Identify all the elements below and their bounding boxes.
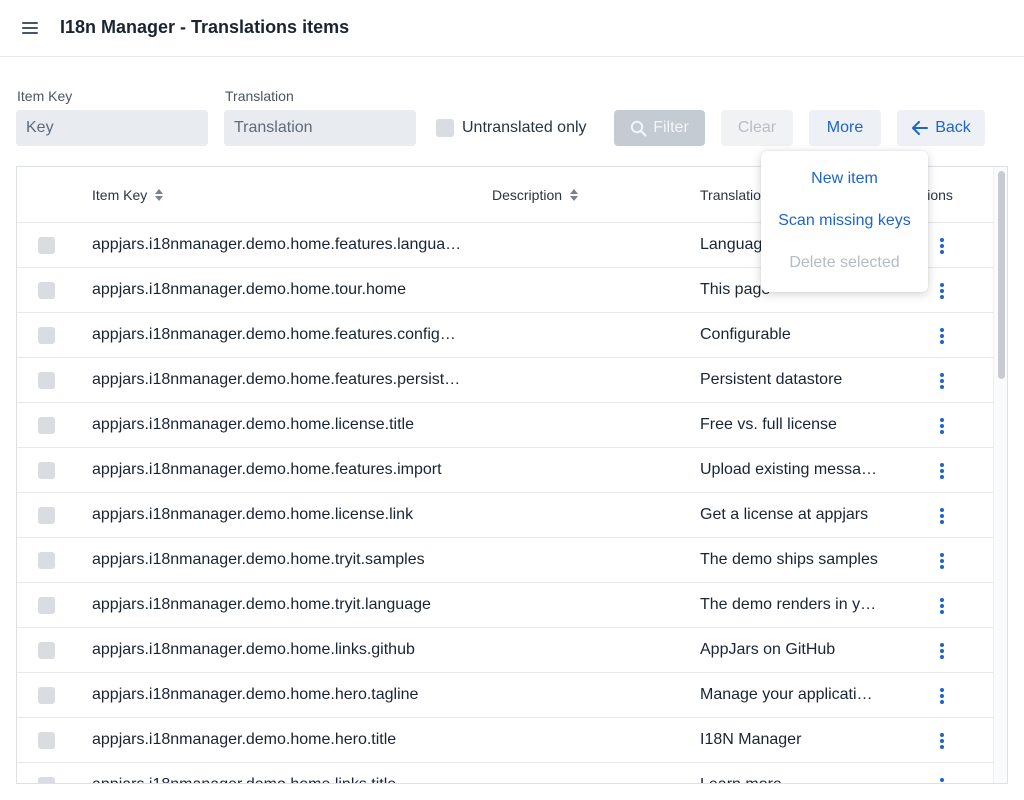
- more-vertical-icon[interactable]: [933, 325, 951, 347]
- more-button-label: More: [826, 119, 864, 136]
- item-key-label: Item Key: [17, 88, 73, 104]
- table-row[interactable]: appjars.i18nmanager.demo.home.links.titl…: [17, 763, 993, 783]
- row-checkbox[interactable]: [38, 282, 55, 299]
- column-header-label: Item Key: [92, 187, 148, 203]
- row-item-key: appjars.i18nmanager.demo.home.tryit.samp…: [92, 551, 425, 568]
- row-checkbox[interactable]: [38, 687, 55, 704]
- sort-icon[interactable]: [155, 189, 164, 201]
- row-translation: Upload existing messages: [700, 461, 880, 478]
- column-header-item-key[interactable]: Item Key: [92, 187, 164, 203]
- table-row[interactable]: appjars.i18nmanager.demo.home.tryit.samp…: [17, 538, 993, 583]
- translation-input[interactable]: [224, 110, 416, 146]
- row-translation: AppJars on GitHub: [700, 641, 836, 658]
- row-item-key: appjars.i18nmanager.demo.home.links.titl…: [92, 776, 464, 783]
- table-row[interactable]: appjars.i18nmanager.demo.home.links.gith…: [17, 628, 993, 673]
- back-button-label: Back: [935, 119, 971, 136]
- row-item-key: appjars.i18nmanager.demo.home.tryit.lang…: [92, 596, 431, 613]
- row-item-key: appjars.i18nmanager.demo.home.license.li…: [92, 506, 414, 523]
- more-vertical-icon[interactable]: [933, 460, 951, 482]
- menu-item-new-item[interactable]: New item: [761, 170, 928, 188]
- untranslated-only-box[interactable]: [436, 119, 454, 137]
- table-row[interactable]: appjars.i18nmanager.demo.home.hero.title…: [17, 718, 993, 763]
- filter-button-label: Filter: [653, 119, 689, 136]
- more-button[interactable]: More: [809, 110, 881, 146]
- table-row[interactable]: appjars.i18nmanager.demo.home.license.li…: [17, 493, 993, 538]
- row-translation: Free vs. full license: [700, 416, 837, 433]
- row-translation: Manage your application translations: [700, 686, 880, 703]
- search-icon: [631, 120, 647, 137]
- more-vertical-icon[interactable]: [933, 730, 951, 752]
- menu-item-scan-missing-keys[interactable]: Scan missing keys: [761, 212, 928, 230]
- more-vertical-icon[interactable]: [933, 775, 951, 783]
- row-checkbox[interactable]: [38, 642, 55, 659]
- row-checkbox[interactable]: [38, 597, 55, 614]
- row-translation: Get a license at appjars: [700, 506, 869, 523]
- row-translation: Configurable: [700, 326, 791, 343]
- row-translation: Persistent datastore: [700, 371, 843, 388]
- table-row[interactable]: appjars.i18nmanager.demo.home.tryit.lang…: [17, 583, 993, 628]
- column-header-translation: Translation: [700, 187, 769, 203]
- table-row[interactable]: appjars.i18nmanager.demo.home.license.ti…: [17, 403, 993, 448]
- row-item-key: appjars.i18nmanager.demo.home.features.l…: [92, 236, 464, 253]
- translation-label: Translation: [225, 88, 294, 104]
- row-item-key: appjars.i18nmanager.demo.home.links.gith…: [92, 641, 415, 658]
- row-checkbox[interactable]: [38, 732, 55, 749]
- more-vertical-icon[interactable]: [933, 685, 951, 707]
- row-translation: The demo ships samples: [700, 551, 878, 568]
- row-item-key: appjars.i18nmanager.demo.home.features.p…: [92, 371, 464, 388]
- row-checkbox[interactable]: [38, 552, 55, 569]
- more-vertical-icon[interactable]: [933, 280, 951, 302]
- more-vertical-icon[interactable]: [933, 640, 951, 662]
- more-vertical-icon[interactable]: [933, 415, 951, 437]
- top-bar: I18n Manager - Translations items: [0, 0, 1024, 57]
- more-vertical-icon[interactable]: [933, 235, 951, 257]
- row-checkbox[interactable]: [38, 777, 55, 783]
- column-header-label: Translation: [700, 187, 769, 203]
- row-checkbox[interactable]: [38, 507, 55, 524]
- vertical-scrollbar[interactable]: [993, 167, 1007, 783]
- row-checkbox[interactable]: [38, 417, 55, 434]
- table-row[interactable]: appjars.i18nmanager.demo.home.features.c…: [17, 313, 993, 358]
- more-vertical-icon[interactable]: [933, 505, 951, 527]
- more-vertical-icon[interactable]: [933, 595, 951, 617]
- row-item-key: appjars.i18nmanager.demo.home.license.ti…: [92, 416, 414, 433]
- row-item-key: appjars.i18nmanager.demo.home.hero.title: [92, 731, 397, 748]
- more-vertical-icon[interactable]: [933, 550, 951, 572]
- page-title: I18n Manager - Translations items: [60, 17, 350, 37]
- arrow-left-icon: [912, 121, 929, 135]
- row-item-key: appjars.i18nmanager.demo.home.hero.tagli…: [92, 686, 419, 703]
- table-row[interactable]: appjars.i18nmanager.demo.home.features.p…: [17, 358, 993, 403]
- row-checkbox[interactable]: [38, 237, 55, 254]
- row-checkbox[interactable]: [38, 372, 55, 389]
- row-item-key: appjars.i18nmanager.demo.home.tour.home: [92, 281, 406, 298]
- row-item-key: appjars.i18nmanager.demo.home.features.i…: [92, 461, 442, 478]
- clear-button-label: Clear: [737, 119, 777, 136]
- scrollbar-thumb[interactable]: [998, 171, 1005, 379]
- row-translation: The demo renders in your language: [700, 596, 880, 613]
- untranslated-only-label: Untranslated only: [462, 119, 587, 136]
- menu-item-delete-selected: Delete selected: [789, 254, 900, 271]
- row-checkbox[interactable]: [38, 327, 55, 344]
- row-item-key: appjars.i18nmanager.demo.home.features.c…: [92, 326, 464, 343]
- more-menu: New item Scan missing keys Delete select…: [761, 151, 928, 292]
- table-row[interactable]: appjars.i18nmanager.demo.home.hero.tagli…: [17, 673, 993, 718]
- hamburger-menu-icon[interactable]: [18, 16, 42, 40]
- back-button[interactable]: Back: [897, 110, 985, 146]
- item-key-input[interactable]: [16, 110, 208, 146]
- filter-button[interactable]: Filter: [614, 110, 705, 146]
- clear-button[interactable]: Clear: [721, 110, 793, 146]
- more-vertical-icon[interactable]: [933, 370, 951, 392]
- untranslated-only-checkbox[interactable]: Untranslated only: [436, 119, 587, 137]
- sort-icon[interactable]: [570, 189, 579, 201]
- table-row[interactable]: appjars.i18nmanager.demo.home.features.i…: [17, 448, 993, 493]
- column-header-description[interactable]: Description: [492, 187, 579, 203]
- column-header-label: Description: [492, 187, 563, 203]
- row-translation: Learn more: [700, 776, 880, 783]
- row-checkbox[interactable]: [38, 462, 55, 479]
- row-translation: I18N Manager: [700, 731, 802, 748]
